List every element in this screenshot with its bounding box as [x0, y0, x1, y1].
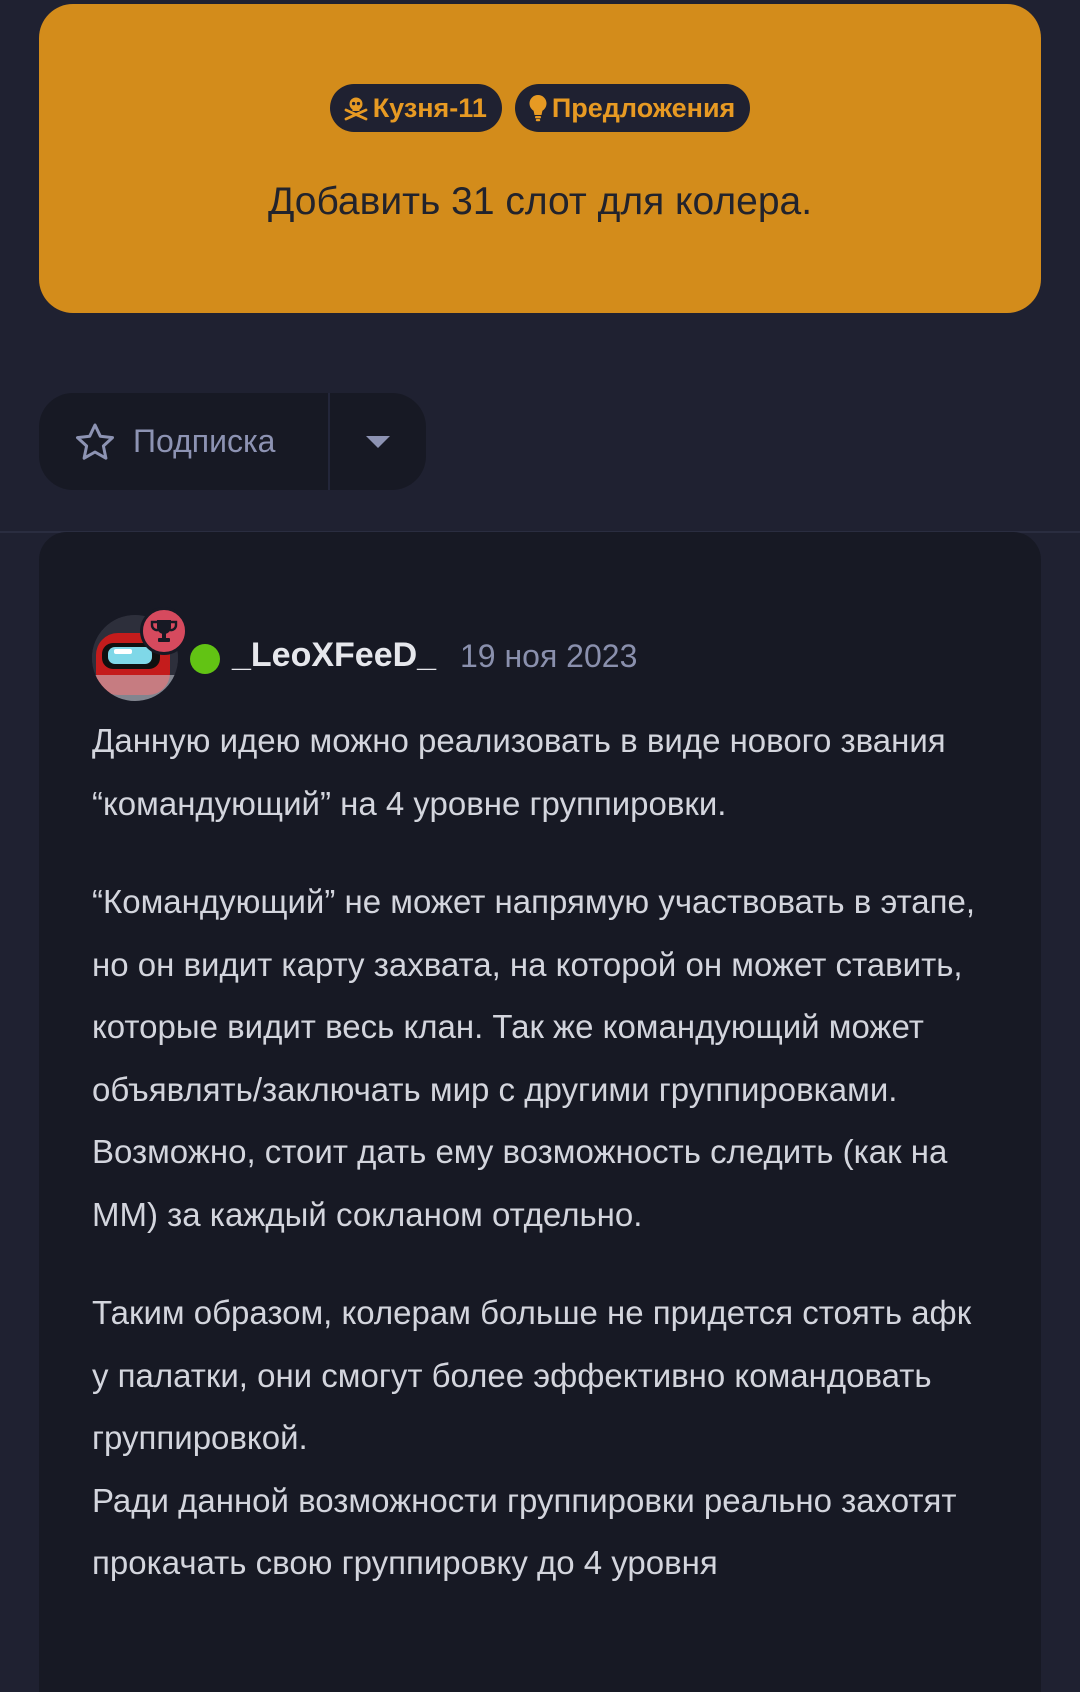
post-date[interactable]: 19 ноя 2023 — [460, 638, 637, 675]
lightbulb-icon — [529, 95, 547, 122]
tag-forge-label: Кузня-11 — [372, 92, 487, 123]
online-status-indicator — [190, 644, 220, 674]
post-author-row: _LeoXFeeD_ 19 ноя 2023 — [92, 582, 992, 701]
post-paragraph: Ради данной возможности группировки реал… — [92, 1481, 957, 1582]
topic-tags: Кузня-11 Предложения — [39, 84, 1041, 132]
topic-title: Добавить 31 слот для колера. — [267, 180, 813, 223]
post-author-name[interactable]: _LeoXFeeD_ — [232, 636, 436, 675]
skull-crossbones-icon — [344, 97, 368, 121]
post-card: _LeoXFeeD_ 19 ноя 2023 Данную идею можно… — [39, 532, 1041, 1692]
caret-down-icon — [366, 435, 390, 448]
post-paragraph: Таким образом, колерам больше не придетс… — [92, 1294, 972, 1456]
trophy-icon — [150, 620, 178, 642]
post-paragraph: Данную идею можно реализовать в виде нов… — [92, 722, 946, 822]
tag-forge[interactable]: Кузня-11 — [329, 84, 502, 132]
tag-ideas[interactable]: Предложения — [514, 84, 751, 132]
subscribe-button[interactable]: Подписка — [39, 393, 330, 490]
post-paragraph: “Командующий” не может напрямую участвов… — [92, 883, 976, 1233]
tag-ideas-label: Предложения — [551, 92, 736, 123]
post-body: Данную идею можно реализовать в виде нов… — [92, 710, 992, 1595]
trophy-badge — [140, 607, 188, 655]
topic-banner: Кузня-11 Предложения Добавить 31 слот дл… — [39, 4, 1041, 313]
subscribe-label: Подписка — [133, 423, 276, 459]
subscribe-control: Подписка — [39, 393, 426, 490]
subscribe-dropdown-button[interactable] — [330, 393, 426, 490]
star-outline-icon — [76, 423, 114, 460]
